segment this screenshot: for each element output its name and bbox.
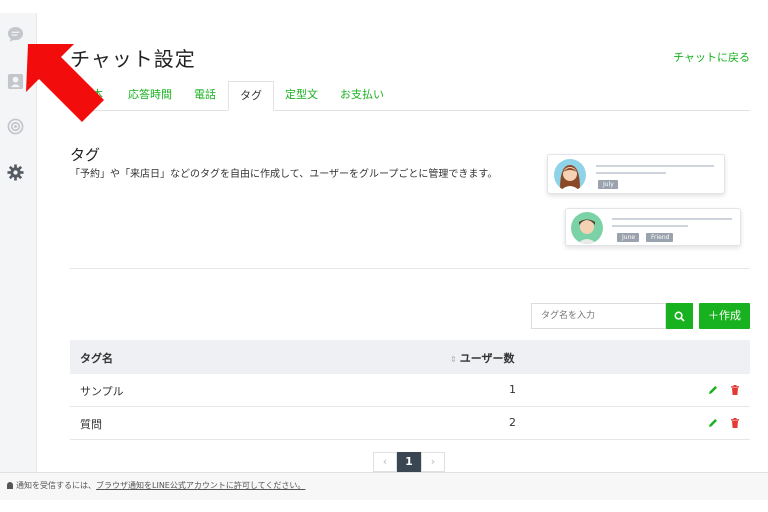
bell-icon: [7, 482, 13, 489]
notification-bar: 通知を受信するには、ブラウザ通知をLINE公式アカウントに許可してください。: [0, 472, 768, 500]
contact-card-icon[interactable]: [6, 72, 24, 90]
prev-page-button[interactable]: ‹: [373, 452, 397, 472]
tab-payment[interactable]: お支払い: [340, 81, 384, 111]
section-title: タグ: [70, 146, 101, 164]
browser-notification-link[interactable]: ブラウザ通知をLINE公式アカウントに許可してください。: [96, 481, 305, 490]
tag-illustration-card: July: [547, 154, 725, 194]
tag-chip: July: [598, 180, 618, 189]
trash-icon[interactable]: [729, 384, 741, 396]
table-header: タグ名 ⇕ ユーザー数: [70, 340, 750, 374]
column-header-user-count-label: ユーザー数: [459, 352, 515, 365]
tab-tags[interactable]: タグ: [228, 81, 274, 111]
section-divider: [70, 268, 750, 269]
chat-bubble-icon[interactable]: [6, 25, 24, 43]
tab-templates[interactable]: 定型文: [285, 81, 318, 111]
tag-name-cell: 質問: [80, 418, 102, 431]
table-row[interactable]: サンプル 1: [70, 374, 750, 407]
page-title: チャット設定: [70, 47, 196, 71]
pencil-icon[interactable]: [707, 417, 719, 429]
gear-icon[interactable]: [6, 163, 24, 181]
tag-name-cell: サンプル: [80, 385, 124, 398]
notice-text: 通知を受信するには、: [16, 481, 96, 490]
pencil-icon[interactable]: [707, 384, 719, 396]
back-to-chat-link[interactable]: チャットに戻る: [673, 49, 750, 65]
column-header-user-count[interactable]: ⇕ ユーザー数: [450, 350, 514, 366]
sidebar-rail: [0, 13, 37, 472]
tag-search-input[interactable]: [531, 303, 666, 329]
search-button[interactable]: [666, 303, 693, 329]
sort-icon: ⇕: [450, 355, 457, 364]
broadcast-icon[interactable]: [6, 117, 24, 135]
avatar: [571, 212, 603, 244]
bottom-margin: [0, 500, 768, 512]
create-tag-button[interactable]: ＋作成: [699, 303, 750, 329]
main-content: チャット設定 チャットに戻る 基本 応答時間 電話 タグ 定型文 お支払い タグ…: [37, 13, 768, 472]
section-description: 「予約」や「来店日」などのタグを自由に作成して、ユーザーをグループごとに管理でき…: [70, 169, 498, 180]
pagination: ‹ 1 ›: [373, 452, 445, 472]
tag-chip: Friend: [646, 233, 674, 242]
tags-table: タグ名 ⇕ ユーザー数 サンプル 1 質問 2: [70, 340, 750, 440]
page-button-current[interactable]: 1: [397, 452, 421, 472]
trash-icon[interactable]: [729, 417, 741, 429]
top-strip: [0, 0, 768, 13]
avatar: [554, 159, 586, 191]
table-row[interactable]: 質問 2: [70, 407, 750, 440]
user-count-cell: 1: [509, 383, 516, 396]
tag-chip: June: [617, 233, 640, 242]
tab-phone[interactable]: 電話: [194, 81, 216, 111]
settings-tabs: 基本 応答時間 電話 タグ 定型文 お支払い: [70, 81, 750, 111]
tag-illustration-card: June Friend: [565, 208, 741, 246]
search-icon: [674, 311, 685, 322]
column-header-tag-name[interactable]: タグ名: [80, 350, 113, 366]
tab-response-hours[interactable]: 応答時間: [128, 81, 172, 111]
tab-basic[interactable]: 基本: [81, 81, 103, 111]
next-page-button[interactable]: ›: [421, 452, 445, 472]
user-count-cell: 2: [509, 416, 516, 429]
